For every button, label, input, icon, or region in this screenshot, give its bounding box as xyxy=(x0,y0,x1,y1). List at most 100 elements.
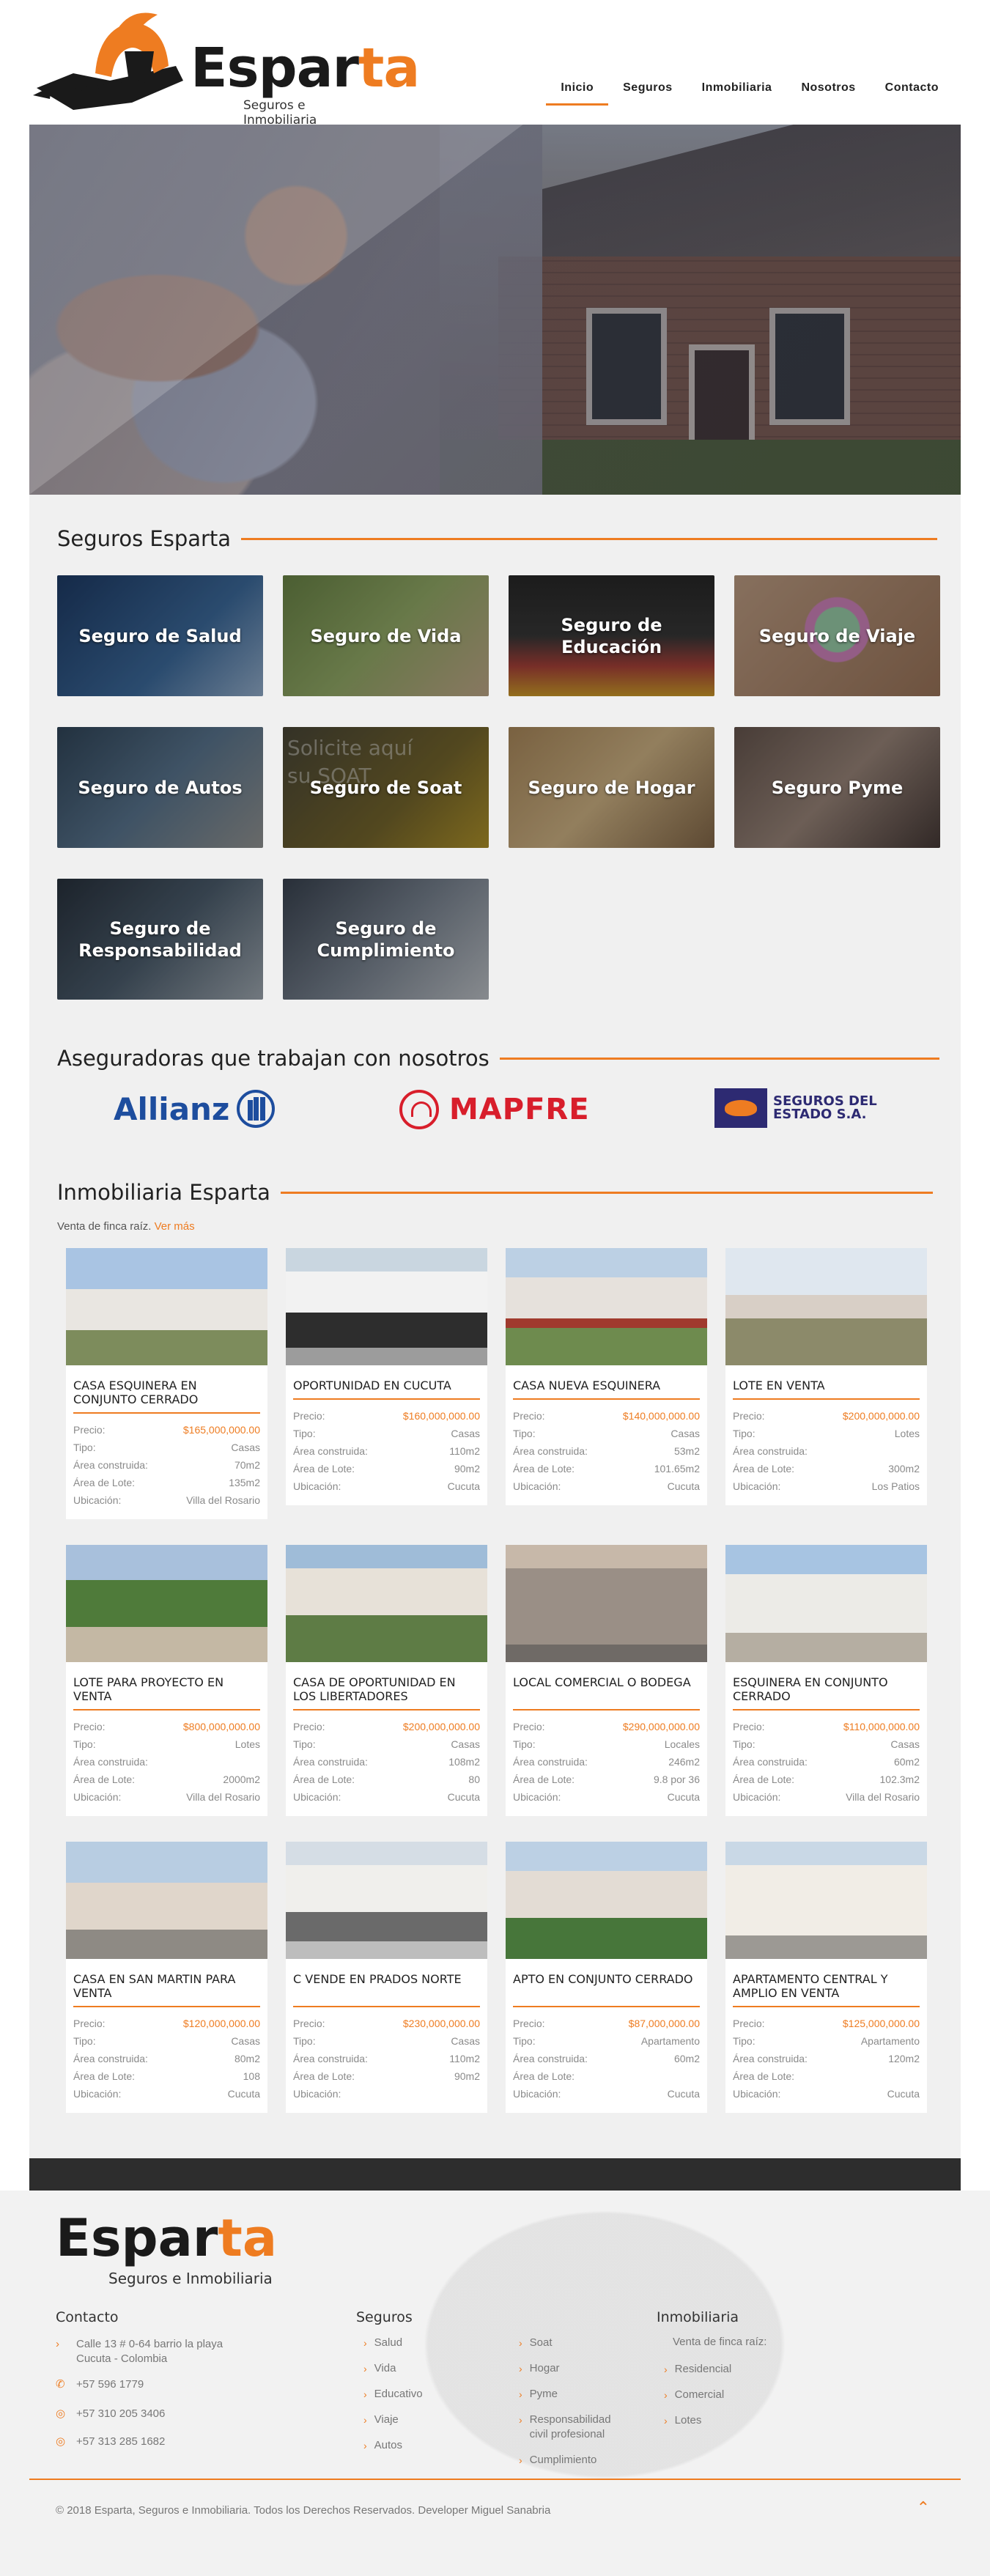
scroll-to-top-chevron-up-icon[interactable]: ⌃ xyxy=(917,2498,930,2517)
property-card[interactable]: CASA DE OPORTUNIDAD EN LOS LIBERTADORES P… xyxy=(286,1545,487,1816)
tile-seguro-salud[interactable]: Seguro de Salud xyxy=(57,575,263,696)
ver-mas-link[interactable]: Ver más xyxy=(155,1220,195,1233)
footer-seguros-link[interactable]: › Soat xyxy=(519,2336,629,2350)
detail-label: Ubicación: xyxy=(73,1791,122,1803)
property-card[interactable]: LOTE EN VENTA Precio: $200,000,000.00 Tipo:… xyxy=(725,1248,927,1505)
nav-contacto[interactable]: Contacto xyxy=(871,79,953,106)
tile-seguro-responsabilidad[interactable]: Seguro de Responsabilidad xyxy=(57,879,263,1000)
property-image[interactable] xyxy=(506,1545,707,1662)
property-image[interactable] xyxy=(725,1842,927,1959)
whatsapp-icon: ◎ xyxy=(56,2435,66,2448)
footer-seguros-link[interactable]: › Viaje xyxy=(363,2413,423,2427)
detail-label: Precio: xyxy=(513,1410,545,1422)
property-card[interactable]: OPORTUNIDAD EN CUCUTA Precio: $160,000,000… xyxy=(286,1248,487,1505)
tile-seguro-hogar[interactable]: Seguro de Hogar xyxy=(509,727,714,848)
footer-inmobiliaria-link[interactable]: › Comercial xyxy=(664,2388,731,2402)
footer-seguros-link[interactable]: › Autos xyxy=(363,2438,423,2453)
footer-whatsapp[interactable]: ◎ +57 313 285 1682 xyxy=(56,2435,165,2449)
property-image[interactable] xyxy=(66,1545,267,1662)
detail-label: Precio: xyxy=(293,1721,325,1732)
property-title[interactable]: APTO EN CONJUNTO CERRADO xyxy=(513,1972,700,2007)
property-title[interactable]: LOTE EN VENTA xyxy=(733,1379,920,1400)
footer-seguros-link[interactable]: › Responsabilidad civil profesional xyxy=(519,2413,629,2442)
footer-seguros-link[interactable]: › Educativo xyxy=(363,2387,423,2402)
subtitle-text: Venta de finca raíz. xyxy=(57,1220,152,1233)
footer-inmobiliaria-link[interactable]: › Lotes xyxy=(664,2413,731,2428)
detail-value: $290,000,000.00 xyxy=(622,1721,700,1732)
nav-nosotros[interactable]: Nosotros xyxy=(786,79,870,106)
detail-value: Casas xyxy=(451,1738,480,1750)
property-card[interactable]: LOTE PARA PROYECTO EN VENTA Precio: $800,0… xyxy=(66,1545,267,1816)
chevron-right-icon: › xyxy=(363,2337,367,2349)
footer-seguros-link[interactable]: › Vida xyxy=(363,2361,423,2376)
tile-seguro-educacion[interactable]: Seguro de Educación xyxy=(509,575,714,696)
property-image[interactable] xyxy=(66,1248,267,1365)
footer-whatsapp[interactable]: ◎ +57 310 205 3406 xyxy=(56,2407,165,2421)
tile-seguro-vida[interactable]: Seguro de Vida xyxy=(283,575,489,696)
property-image[interactable] xyxy=(286,1545,487,1662)
detail-value: 60m2 xyxy=(893,1756,920,1768)
property-card[interactable]: APTO EN CONJUNTO CERRADO Precio: $87,000,0… xyxy=(506,1842,707,2113)
property-image[interactable] xyxy=(286,1248,487,1365)
property-title[interactable]: CASA NUEVA ESQUINERA xyxy=(513,1379,700,1400)
detail-value: Cucuta xyxy=(887,2088,920,2100)
detail-row-area-lote: Área de Lote: 90m2 xyxy=(293,2067,480,2085)
property-title[interactable]: OPORTUNIDAD EN CUCUTA xyxy=(293,1379,480,1400)
detail-row-area-construida: Área construida: 110m2 xyxy=(293,1442,480,1460)
detail-label: Tipo: xyxy=(733,1738,756,1750)
property-image[interactable] xyxy=(725,1545,927,1662)
footer-inmobiliaria-link[interactable]: › Residencial xyxy=(664,2362,731,2377)
footer-link-label: Pyme xyxy=(529,2388,558,2400)
brand-logo[interactable]: Esparta Seguros e Inmobiliaria xyxy=(29,7,420,128)
footer-link-label: Hogar xyxy=(529,2362,560,2374)
nav-seguros[interactable]: Seguros xyxy=(608,79,687,106)
tile-seguro-cumplimiento[interactable]: Seguro de Cumplimiento xyxy=(283,879,489,1000)
property-card[interactable]: ESQUINERA EN CONJUNTO CERRADO Precio: $110… xyxy=(725,1545,927,1816)
detail-row-area-construida: Área construida: 108m2 xyxy=(293,1753,480,1771)
footer-phone[interactable]: ✆ +57 596 1779 xyxy=(56,2377,144,2392)
seguros-estado-name: SEGUROS DEL ESTADO S.A. xyxy=(773,1093,877,1122)
property-image[interactable] xyxy=(506,1248,707,1365)
footer-seguros-link[interactable]: › Hogar xyxy=(519,2361,629,2376)
property-card[interactable]: CASA ESQUINERA EN CONJUNTO CERRADO Precio… xyxy=(66,1248,267,1519)
property-details: Precio: $125,000,000.00 Tipo: Apartamento Ár… xyxy=(725,2007,927,2113)
detail-label: Área de Lote: xyxy=(293,1774,355,1785)
property-card[interactable]: LOCAL COMERCIAL O BODEGA Precio: $290,000,… xyxy=(506,1545,707,1816)
property-image[interactable] xyxy=(286,1842,487,1959)
property-title[interactable]: CASA ESQUINERA EN CONJUNTO CERRADO xyxy=(73,1379,260,1414)
detail-value: $200,000,000.00 xyxy=(402,1721,480,1732)
detail-row-area-lote: Área de Lote: 2000m2 xyxy=(73,1771,260,1788)
property-card[interactable]: CASA NUEVA ESQUINERA Precio: $140,000,000.… xyxy=(506,1248,707,1505)
nav-inicio[interactable]: Inicio xyxy=(546,79,609,106)
property-title[interactable]: APARTAMENTO CENTRAL Y AMPLIO EN VENTA xyxy=(733,1972,920,2007)
property-title[interactable]: LOTE PARA PROYECTO EN VENTA xyxy=(73,1675,260,1710)
property-details: Precio: $140,000,000.00 Tipo: Casas Área con… xyxy=(506,1400,707,1505)
footer-seguros-link[interactable]: › Cumplimiento xyxy=(519,2453,629,2468)
property-card[interactable]: CASA EN SAN MARTIN PARA VENTA Precio: $120… xyxy=(66,1842,267,2113)
detail-label: Tipo: xyxy=(733,1428,756,1439)
detail-row-area-construida: Área construida: 60m2 xyxy=(513,2050,700,2067)
property-image[interactable] xyxy=(66,1842,267,1959)
tile-seguro-soat[interactable]: Solicite aquí su SOAT Seguro de Soat xyxy=(283,727,489,848)
tile-seguro-autos[interactable]: Seguro de Autos xyxy=(57,727,263,848)
property-title[interactable]: CASA EN SAN MARTIN PARA VENTA xyxy=(73,1972,260,2007)
footer-seguros-link[interactable]: › Pyme xyxy=(519,2387,629,2402)
property-title[interactable]: C VENDE EN PRADOS NORTE xyxy=(293,1972,480,2007)
tile-seguro-pyme[interactable]: Seguro Pyme xyxy=(734,727,940,848)
footer-logo[interactable]: Esparta xyxy=(56,2213,277,2264)
property-title[interactable]: LOCAL COMERCIAL O BODEGA xyxy=(513,1675,700,1710)
property-card[interactable]: C VENDE EN PRADOS NORTE Precio: $230,000,0… xyxy=(286,1842,487,2113)
property-card[interactable]: APARTAMENTO CENTRAL Y AMPLIO EN VENTA Pre… xyxy=(725,1842,927,2113)
detail-row-precio: Precio: $160,000,000.00 xyxy=(293,1407,480,1425)
property-title[interactable]: CASA DE OPORTUNIDAD EN LOS LIBERTADORES xyxy=(293,1675,480,1710)
footer-top-bar xyxy=(29,2158,961,2191)
property-details: Precio: $160,000,000.00 Tipo: Casas Área con… xyxy=(286,1400,487,1505)
property-image[interactable] xyxy=(506,1842,707,1959)
detail-row-ubicacion: Ubicación: Cucuta xyxy=(513,1788,700,1806)
detail-row-ubicacion: Ubicación: Cucuta xyxy=(513,2085,700,2103)
property-image[interactable] xyxy=(725,1248,927,1365)
tile-seguro-viaje[interactable]: Seguro de Viaje xyxy=(734,575,940,696)
footer-seguros-link[interactable]: › Salud xyxy=(363,2336,423,2350)
property-title[interactable]: ESQUINERA EN CONJUNTO CERRADO xyxy=(733,1675,920,1710)
nav-inmobiliaria[interactable]: Inmobiliaria xyxy=(687,79,787,106)
